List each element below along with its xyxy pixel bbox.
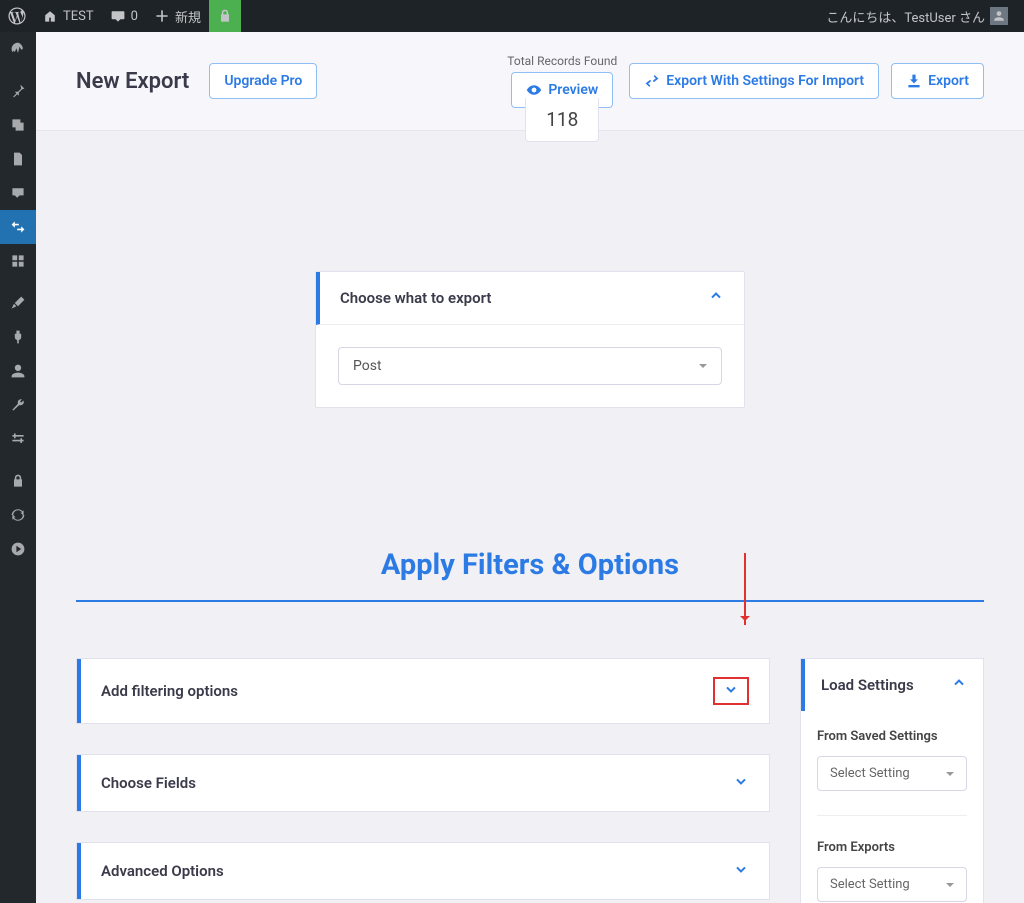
- user-icon: [10, 363, 26, 379]
- brush-icon: [10, 295, 26, 311]
- wordpress-icon: [8, 7, 26, 25]
- plus-icon: [154, 8, 170, 24]
- choose-fields-panel: Choose Fields: [76, 754, 770, 812]
- sidebar-appearance[interactable]: [0, 286, 36, 320]
- sidebar-sync[interactable]: [0, 498, 36, 532]
- annotation-arrow: [744, 553, 746, 625]
- export-label: Export: [928, 73, 969, 89]
- chevron-up-icon: [708, 288, 724, 308]
- records-count: 118: [525, 98, 599, 142]
- sidebar-blocks[interactable]: [0, 244, 36, 278]
- sidebar-plugins[interactable]: [0, 320, 36, 354]
- saved-settings-value: Select Setting: [830, 766, 910, 781]
- exports-select-value: Select Setting: [830, 877, 910, 892]
- sidebar-tools[interactable]: [0, 388, 36, 422]
- plug-icon: [10, 329, 26, 345]
- sync-icon: [10, 507, 26, 523]
- export-with-settings-button[interactable]: Export With Settings For Import: [629, 63, 879, 99]
- pin-icon: [10, 83, 26, 99]
- wrench-icon: [10, 397, 26, 413]
- choose-fields-title: Choose Fields: [101, 774, 196, 792]
- export-type-select[interactable]: Post: [338, 347, 722, 385]
- from-exports-label: From Exports: [817, 840, 967, 855]
- grid-icon: [10, 253, 26, 269]
- dashboard-icon: [10, 41, 26, 57]
- avatar: [990, 7, 1008, 25]
- comments-count: 0: [131, 9, 138, 24]
- sidebar-pages[interactable]: [0, 142, 36, 176]
- choose-what-card: Choose what to export Post: [315, 271, 745, 408]
- load-settings-panel: Load Settings From Saved Settings Select…: [800, 658, 984, 903]
- sidebar-dashboard[interactable]: [0, 32, 36, 66]
- divider: [817, 815, 967, 816]
- sidebar-comments[interactable]: [0, 176, 36, 210]
- main-content: New Export Upgrade Pro Total Records Fou…: [36, 32, 1024, 903]
- export-icon: [906, 73, 922, 89]
- upgrade-pro-button[interactable]: Upgrade Pro: [209, 63, 317, 99]
- dropdown-caret-icon: [946, 772, 954, 780]
- home-icon: [42, 8, 58, 24]
- dropdown-caret-icon: [946, 883, 954, 891]
- advanced-options-header[interactable]: Advanced Options: [77, 843, 769, 899]
- filters-section-title: Apply Filters & Options: [76, 548, 984, 582]
- media-icon: [10, 117, 26, 133]
- choose-what-header[interactable]: Choose what to export: [316, 272, 744, 325]
- play-icon: [10, 541, 26, 557]
- filtering-panel-title: Add filtering options: [101, 682, 238, 700]
- section-divider: [76, 600, 984, 602]
- filtering-panel-header[interactable]: Add filtering options: [77, 659, 769, 723]
- from-saved-label: From Saved Settings: [817, 729, 967, 744]
- greeting-text: こんにちは、TestUser さん: [826, 7, 985, 26]
- chevron-down-icon: [733, 861, 749, 881]
- sidebar-media[interactable]: [0, 108, 36, 142]
- saved-settings-select[interactable]: Select Setting: [817, 756, 967, 791]
- comments-icon: [110, 8, 126, 24]
- wp-admin-bar: TEST 0 新規 こんにちは、TestUser さん: [0, 0, 1024, 32]
- eye-icon: [526, 82, 542, 98]
- site-name-link[interactable]: TEST: [34, 0, 102, 32]
- records-indicator: Total Records Found Preview 118: [507, 54, 617, 108]
- new-label: 新規: [175, 7, 201, 26]
- exports-select[interactable]: Select Setting: [817, 867, 967, 902]
- sidebar-export[interactable]: [0, 210, 36, 244]
- new-link[interactable]: 新規: [146, 0, 209, 32]
- wp-logo[interactable]: [0, 0, 34, 32]
- lock-icon: [217, 8, 233, 24]
- user-icon: [993, 10, 1005, 22]
- lock-icon: [10, 473, 26, 489]
- arrows-icon: [10, 219, 26, 235]
- advanced-options-title: Advanced Options: [101, 862, 224, 880]
- filtering-panel: Add filtering options: [76, 658, 770, 724]
- chevron-down-highlighted[interactable]: [713, 677, 749, 705]
- swap-icon: [644, 73, 660, 89]
- preview-label: Preview: [548, 82, 598, 98]
- records-label: Total Records Found: [507, 54, 617, 68]
- export-settings-label: Export With Settings For Import: [666, 73, 864, 89]
- comments-link[interactable]: 0: [102, 0, 146, 32]
- export-button[interactable]: Export: [891, 63, 984, 99]
- sidebar-users[interactable]: [0, 354, 36, 388]
- page-icon: [10, 151, 26, 167]
- sidebar-play[interactable]: [0, 532, 36, 566]
- choose-fields-header[interactable]: Choose Fields: [77, 755, 769, 811]
- advanced-options-panel: Advanced Options: [76, 842, 770, 900]
- sidebar-settings[interactable]: [0, 422, 36, 456]
- load-settings-header[interactable]: Load Settings: [801, 659, 983, 711]
- sidebar-lock[interactable]: [0, 464, 36, 498]
- page-header: New Export Upgrade Pro Total Records Fou…: [36, 32, 1024, 131]
- export-type-value: Post: [353, 358, 382, 374]
- choose-what-title: Choose what to export: [340, 289, 491, 307]
- chevron-down-icon: [733, 773, 749, 793]
- chevron-up-icon: [951, 675, 967, 695]
- dropdown-caret-icon: [699, 364, 707, 372]
- lock-indicator[interactable]: [209, 0, 241, 32]
- comment-icon: [10, 185, 26, 201]
- admin-sidebar: [0, 32, 36, 903]
- user-greeting[interactable]: こんにちは、TestUser さん: [818, 0, 1016, 32]
- page-title: New Export: [76, 69, 189, 94]
- site-name-text: TEST: [63, 9, 94, 24]
- sliders-icon: [10, 431, 26, 447]
- load-settings-title: Load Settings: [821, 676, 914, 694]
- sidebar-posts[interactable]: [0, 74, 36, 108]
